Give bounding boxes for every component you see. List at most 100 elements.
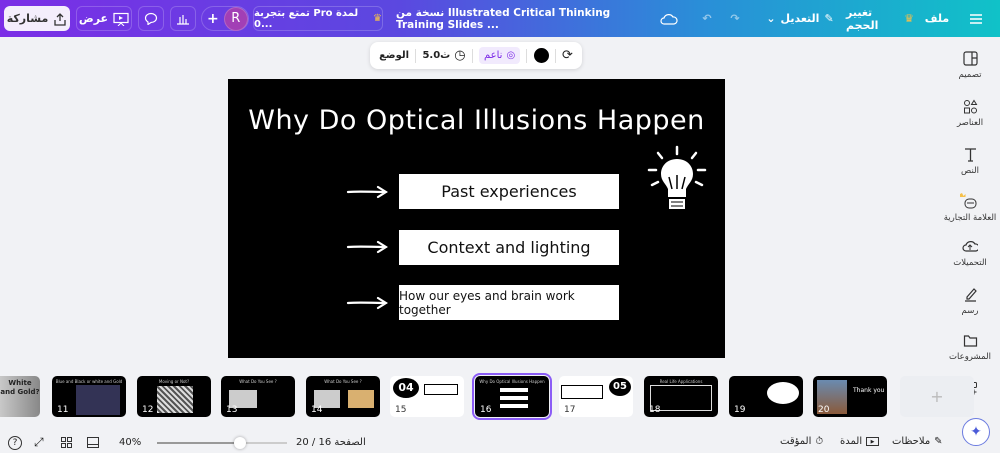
thumbnail[interactable]: White and Gold? xyxy=(0,376,40,417)
mode-button[interactable]: الوضع xyxy=(379,50,409,61)
thumbnail[interactable]: Thank you 20 xyxy=(813,376,887,417)
divider xyxy=(471,48,473,63)
edit-mode-button[interactable]: ⌄ التعديل ✎ xyxy=(764,6,836,31)
thumbnail-number: 12 xyxy=(142,405,154,415)
sidebar-item-projects[interactable]: المشروعات xyxy=(940,333,1000,362)
pro-trial-button[interactable]: تمتع بتجربة Pro لمدة 0... ♛ xyxy=(253,6,383,31)
comment-icon xyxy=(144,12,158,25)
thumbnail-title: What Do You See ? xyxy=(239,379,277,384)
slide-item-box[interactable]: Context and lighting xyxy=(399,230,619,265)
thumbnail-current[interactable]: Why Do Optical Illusions Happen 16 xyxy=(472,373,552,420)
sidebar-item-brand[interactable]: العلامة التجارية xyxy=(940,193,1000,223)
document-title[interactable]: نسخة من Illustrated Critical Thinking Tr… xyxy=(396,6,640,31)
thumbnail[interactable]: 05 17 xyxy=(559,376,633,417)
thumbnail-view-button[interactable] xyxy=(87,437,99,448)
fullscreen-button[interactable]: ⤢ xyxy=(34,435,44,450)
comments-button[interactable] xyxy=(138,6,164,31)
duration-button[interactable]: المدة ▶ xyxy=(840,436,880,447)
add-collaborator-button[interactable]: + R xyxy=(201,6,249,31)
thumbnail[interactable]: Real Life Applications 18 xyxy=(644,376,718,417)
avatar[interactable]: R xyxy=(223,6,248,31)
sidebar-item-label: التحميلات xyxy=(953,258,987,268)
play-icon: ▶ xyxy=(866,437,880,446)
zoom-slider-handle[interactable] xyxy=(234,437,247,449)
thumbnail[interactable]: 04 15 xyxy=(390,376,464,417)
help-button[interactable]: ? xyxy=(8,436,22,450)
plus-icon: + xyxy=(207,10,219,27)
arrow-icon xyxy=(346,296,388,310)
thumbnail-cloud xyxy=(767,382,799,404)
thumbnail-title: Real Life Applications xyxy=(659,379,703,384)
pen-icon xyxy=(964,288,977,302)
thumbnail-title: Why Do Optical Illusions Happen xyxy=(479,379,545,384)
shapes-icon xyxy=(963,99,977,114)
crown-icon: ♛ xyxy=(373,13,382,24)
duration-label: المدة xyxy=(840,436,863,447)
insights-button[interactable] xyxy=(170,6,196,31)
cloud-save-button[interactable] xyxy=(655,6,683,31)
slide-item-box[interactable]: How our eyes and brain work together xyxy=(399,285,619,320)
thumbnail[interactable]: What Do You See ? 13 xyxy=(221,376,295,417)
thumbnail-number: 16 xyxy=(480,405,492,415)
resize-button[interactable]: تغيير الحجم ♛ xyxy=(846,6,914,32)
grid-view-button[interactable] xyxy=(61,437,72,448)
present-button[interactable]: عرض xyxy=(76,6,132,31)
sidebar-item-text[interactable]: النص xyxy=(940,147,1000,176)
sidebar-item-elements[interactable]: العناصر xyxy=(940,99,1000,128)
notes-icon: ✎ xyxy=(934,436,943,447)
undo-icon: ↶ xyxy=(702,12,712,25)
help-icon: ? xyxy=(12,438,18,448)
thumbnail-number: 18 xyxy=(649,405,661,415)
text-icon xyxy=(964,148,976,162)
slide-title: Why Do Optical Illusions Happen xyxy=(248,105,705,136)
presentation-icon xyxy=(113,12,129,26)
sidebar-item-label: العناصر xyxy=(956,118,984,128)
thumbnail[interactable]: Blue and Black or white and Gold 11 xyxy=(52,376,126,417)
thumbnail-title: Blue and Black or white and Gold xyxy=(55,379,123,384)
thumbnail-image xyxy=(157,386,193,413)
chevron-down-icon: ⌄ xyxy=(766,12,776,25)
thumbnail-title: 05 xyxy=(609,378,631,396)
menu-button[interactable] xyxy=(962,6,990,31)
timer-button[interactable]: المؤقت ⏱ xyxy=(780,436,823,447)
slide-item-box[interactable]: Past experiences xyxy=(399,174,619,209)
thumbnail-number: 15 xyxy=(395,405,407,415)
duration-button[interactable]: 5.0ث ◷ xyxy=(422,48,465,63)
sidebar-item-label: النص xyxy=(961,166,979,176)
edit-label: التعديل xyxy=(780,12,820,25)
thumbnail-number: 17 xyxy=(564,405,576,415)
share-button[interactable]: مشاركة xyxy=(4,6,70,31)
notes-button[interactable]: ملاحظات ✎ xyxy=(892,436,943,447)
file-menu[interactable]: ملف xyxy=(920,6,954,31)
sidebar-item-design[interactable]: تصميم xyxy=(940,51,1000,80)
slide-canvas[interactable]: Why Do Optical Illusions Happen Past exp… xyxy=(228,79,725,358)
redo-button[interactable]: ↷ xyxy=(720,6,750,31)
sidebar-item-draw[interactable]: رسم xyxy=(940,287,1000,316)
thumbnail[interactable]: 19 xyxy=(729,376,803,417)
redo-icon: ↷ xyxy=(730,12,740,25)
thumbnail-box xyxy=(424,384,458,395)
smooth-animation-button[interactable]: ناعم ◎ xyxy=(478,47,521,64)
thumbnail[interactable]: Moving or Not? 12 xyxy=(137,376,211,417)
expand-icon: ⤢ xyxy=(34,435,44,449)
undo-button[interactable]: ↶ xyxy=(692,6,722,31)
add-comment-icon[interactable]: ⟳ xyxy=(562,48,573,63)
brand-icon xyxy=(960,193,977,209)
thumbnail-title: 04 xyxy=(393,378,419,398)
cloud-check-icon xyxy=(660,13,678,25)
share-label: مشاركة xyxy=(6,12,49,25)
zoom-level[interactable]: 40% xyxy=(119,437,141,448)
page-indicator: الصفحة 16 / 20 xyxy=(296,437,366,448)
color-swatch[interactable] xyxy=(533,48,549,63)
thumbnail-number: 14 xyxy=(311,405,323,415)
sidebar-item-uploads[interactable]: التحميلات xyxy=(940,239,1000,268)
zoom-slider[interactable] xyxy=(157,437,287,449)
present-label: عرض xyxy=(78,12,109,25)
divider xyxy=(526,48,528,63)
add-page-button[interactable]: + xyxy=(900,376,974,417)
thumbnail[interactable]: What Do You See ? 14 xyxy=(306,376,380,417)
timer-label: المؤقت xyxy=(780,436,812,447)
thumbnail-title: White and Gold? xyxy=(0,379,40,396)
filmstrip-icon xyxy=(87,437,99,448)
sidebar-item-label: العلامة التجارية xyxy=(943,213,997,223)
